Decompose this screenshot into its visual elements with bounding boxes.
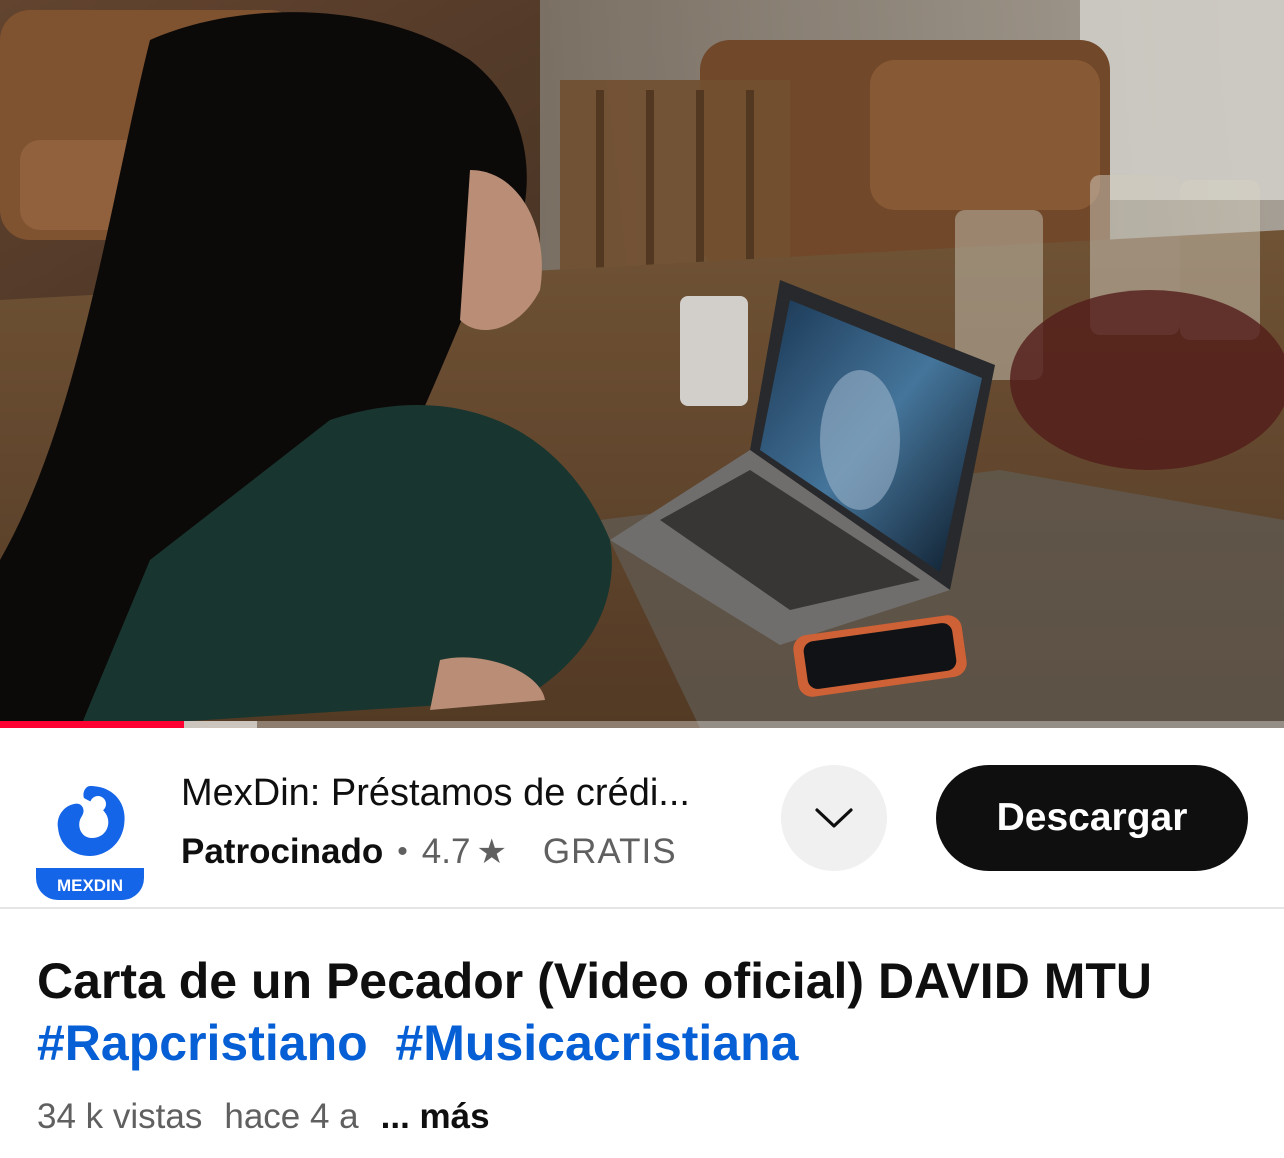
- video-metadata[interactable]: 34 k vistas hace 4 a ... más: [37, 1097, 490, 1137]
- view-count: 34 k vistas: [37, 1097, 203, 1136]
- video-title[interactable]: Carta de un Pecador (Video oficial) DAVI…: [37, 950, 1257, 1074]
- sponsored-ad-card[interactable]: MEXDIN MexDin: Préstamos de crédi... Pat…: [0, 728, 1284, 909]
- more-link[interactable]: ... más: [381, 1097, 490, 1137]
- separator-dot: •: [397, 835, 408, 868]
- video-player[interactable]: [0, 0, 1284, 728]
- download-button[interactable]: Descargar: [936, 765, 1248, 871]
- video-title-text: Carta de un Pecador (Video oficial) DAVI…: [37, 953, 1152, 1009]
- ad-meta: Patrocinado • 4.7 ★ GRATIS: [181, 832, 677, 872]
- mexdin-app-logo[interactable]: MEXDIN: [36, 772, 144, 900]
- chevron-down-icon: [815, 808, 853, 828]
- logo-wordmark: MEXDIN: [57, 876, 123, 895]
- upload-age: hace 4 a: [224, 1097, 359, 1136]
- star-icon: ★: [476, 833, 507, 871]
- ad-rating: 4.7: [421, 832, 471, 871]
- hashtag-link[interactable]: #Rapcristiano: [37, 1015, 368, 1071]
- expand-ad-button[interactable]: [781, 765, 887, 871]
- sponsored-label: Patrocinado: [181, 832, 384, 871]
- video-frame: [0, 0, 1284, 728]
- progress-bar[interactable]: [0, 721, 1284, 728]
- progress-played: [0, 721, 184, 728]
- ad-price: GRATIS: [542, 832, 677, 871]
- hashtag-link[interactable]: #Musicacristiana: [395, 1015, 798, 1071]
- ad-title[interactable]: MexDin: Préstamos de crédi...: [181, 772, 761, 815]
